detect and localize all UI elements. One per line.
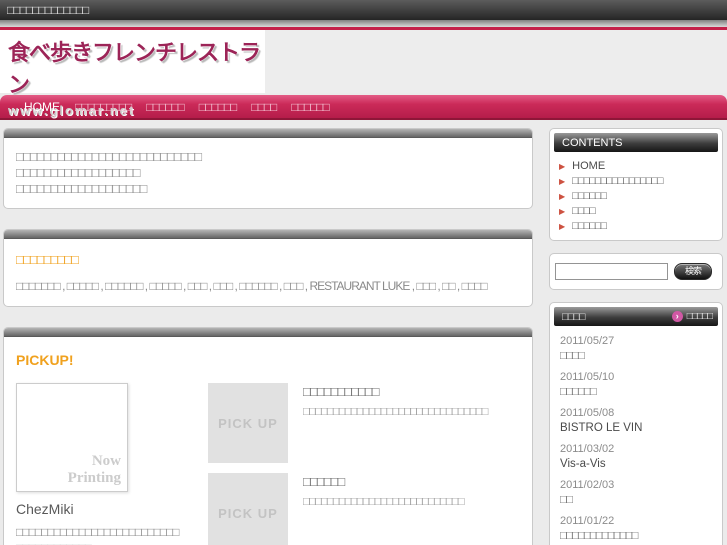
nav-item-5[interactable]: □□□□□□ xyxy=(291,100,329,114)
shop-list-heading: □□□□□□□□□ xyxy=(16,252,79,267)
contents-item-label: □□□□□□□□□□□□□□□□ xyxy=(572,175,663,187)
arrow-bullet-icon: ▶ xyxy=(559,206,566,216)
nav-item-4[interactable]: □□□□ xyxy=(251,100,277,114)
contents-item-2[interactable]: ▶ □□□□□□ xyxy=(559,191,713,202)
contents-item-home[interactable]: ▶ HOME xyxy=(559,161,713,172)
now-printing-image[interactable]: Now Printing xyxy=(16,383,128,492)
site-logo[interactable]: 食べ歩きフレンチレストラン www.glomar.net xyxy=(0,30,265,118)
pickup-box: PICKUP! Now Printing ChezMiki □□□□□□□□□□… xyxy=(3,327,533,545)
news-entry-date: 2011/05/27 xyxy=(560,335,615,347)
pickup-featured-title[interactable]: ChezMiki xyxy=(16,501,208,517)
news-header-title: □□□□ xyxy=(562,310,586,323)
now-printing-text: Now Printing xyxy=(67,453,121,486)
news-entry-title[interactable]: Vis-a-Vis xyxy=(560,458,712,470)
search-box: 検索 xyxy=(549,253,723,290)
nav-item-3[interactable]: □□□□□□ xyxy=(199,100,237,114)
arrow-bullet-icon: ▶ xyxy=(559,176,566,186)
pickup-item-desc: □□□□□□□□□□□□□□□□□□□□□□□□□□□□□□□ xyxy=(303,406,488,418)
search-input[interactable] xyxy=(555,263,668,280)
contents-item-label: □□□□□□ xyxy=(572,220,607,232)
news-entry: 2011/05/10 □□□□□□ xyxy=(560,371,712,398)
news-entry-date: 2011/02/03 xyxy=(560,479,615,491)
news-entry-date: 2011/05/08 xyxy=(560,407,615,419)
intro-line: □□□□□□□□□□□□□□□□□□□□□□□□□□□ xyxy=(16,149,202,164)
news-entry: 2011/02/03 □□ xyxy=(560,479,712,506)
news-more-label: □□□□□ xyxy=(686,311,713,322)
site-header: 食べ歩きフレンチレストラン www.glomar.net xyxy=(0,30,727,118)
contents-item-label: □□□□ xyxy=(572,205,596,217)
contents-item-4[interactable]: ▶ □□□□□□ xyxy=(559,221,713,232)
pickup-item-list: PICK UP □□□□□□□□□□□ □□□□□□□□□□□□□□□□□□□□… xyxy=(208,383,520,545)
top-utility-bar: □□□□□□□□□□□□□ xyxy=(0,0,727,20)
silver-strip xyxy=(0,20,727,27)
pickup-item-title[interactable]: □□□□□□ xyxy=(303,474,464,489)
contents-item-label: HOME xyxy=(572,160,606,172)
arrow-bullet-icon: ▶ xyxy=(559,161,566,171)
intro-box-bar xyxy=(4,129,532,138)
sidebar: CONTENTS ▶ HOME ▶ □□□□□□□□□□□□□□□□ ▶ □□□… xyxy=(549,128,723,545)
news-entry: 2011/01/22 □□□□□□□□□□□□□ xyxy=(560,515,712,542)
pickup-thumb-placeholder[interactable]: PICK UP xyxy=(208,383,288,463)
intro-box: □□□□□□□□□□□□□□□□□□□□□□□□□□□ □□□□□□□□□□□□… xyxy=(3,128,533,209)
shop-list-box-bar xyxy=(4,230,532,239)
news-entry-date: 2011/01/22 xyxy=(560,515,615,527)
news-entry-title[interactable]: □□□□ xyxy=(560,350,712,362)
shop-list-box: □□□□□□□□□ □□□□□□□ , □□□□□ , □□□□□□ , □□□… xyxy=(3,229,533,307)
news-entry-title[interactable]: □□ xyxy=(560,494,712,506)
news-list: 2011/05/27 □□□□ 2011/05/10 □□□□□□ 2011/0… xyxy=(554,326,718,545)
pickup-box-bar xyxy=(4,328,532,337)
pickup-item-desc: □□□□□□□□□□□□□□□□□□□□□□□□□□□ xyxy=(303,496,465,508)
pickup-item-title[interactable]: □□□□□□□□□□□ xyxy=(303,384,487,399)
nav-item-home[interactable]: HOME xyxy=(24,100,60,114)
search-button[interactable]: 検索 xyxy=(674,263,712,280)
news-entry-title[interactable]: BISTRO LE VIN xyxy=(560,422,712,434)
content-area: □□□□□□□□□□□□□□□□□□□□□□□□□□□ □□□□□□□□□□□□… xyxy=(0,120,727,545)
arrow-bullet-icon: ▶ xyxy=(559,191,566,201)
arrow-bullet-icon: ▶ xyxy=(559,221,566,231)
pickup-item: PICK UP □□□□□□ □□□□□□□□□□□□□□□□□□□□□□□□□… xyxy=(208,473,520,545)
contents-item-label: □□□□□□ xyxy=(572,190,607,202)
pickup-heading: PICKUP! xyxy=(16,352,74,368)
nav-item-2[interactable]: □□□□□□ xyxy=(146,100,184,114)
news-entry-date: 2011/05/10 xyxy=(560,371,615,383)
contents-item-1[interactable]: ▶ □□□□□□□□□□□□□□□□ xyxy=(559,176,713,187)
contents-header: CONTENTS xyxy=(554,133,718,152)
site-logo-title: 食べ歩きフレンチレストラン xyxy=(8,40,261,97)
news-more-link[interactable]: › □□□□□ xyxy=(671,311,713,322)
main-column: □□□□□□□□□□□□□□□□□□□□□□□□□□□ □□□□□□□□□□□□… xyxy=(3,128,533,545)
pickup-item: PICK UP □□□□□□□□□□□ □□□□□□□□□□□□□□□□□□□□… xyxy=(208,383,520,468)
chevron-right-icon: › xyxy=(671,311,683,322)
contents-item-3[interactable]: ▶ □□□□ xyxy=(559,206,713,217)
news-box: □□□□ › □□□□□ 2011/05/27 □□□□ 2011/05/10 … xyxy=(549,302,723,545)
news-entry: 2011/05/27 □□□□ xyxy=(560,335,712,362)
pickup-featured-desc-line: □□□□□□□□□□□□ xyxy=(16,540,208,545)
pickup-featured: Now Printing ChezMiki □□□□□□□□□□□□□□□□□□… xyxy=(16,383,208,545)
news-entry-title[interactable]: □□□□□□ xyxy=(560,386,712,398)
news-entry-title[interactable]: □□□□□□□□□□□□□ xyxy=(560,530,712,542)
intro-line: □□□□□□□□□□□□□□□□□□□ xyxy=(16,181,147,196)
pickup-thumb-placeholder[interactable]: PICK UP xyxy=(208,473,288,545)
news-entry: 2011/05/08 BISTRO LE VIN xyxy=(560,407,712,434)
news-entry: 2011/03/02 Vis-a-Vis xyxy=(560,443,712,470)
nav-item-1[interactable]: □□□□□□□□□ xyxy=(75,100,132,114)
shop-list-links[interactable]: □□□□□□□ , □□□□□ , □□□□□□ , □□□□□ , □□□ ,… xyxy=(16,278,520,295)
news-entry-date: 2011/03/02 xyxy=(560,443,615,455)
pickup-featured-desc-line: □□□□□□□□□□□□□□□□□□□□□□□□□□ xyxy=(16,525,179,539)
top-bar-text: □□□□□□□□□□□□□ xyxy=(7,3,89,17)
intro-line: □□□□□□□□□□□□□□□□□□ xyxy=(16,165,140,180)
contents-box: CONTENTS ▶ HOME ▶ □□□□□□□□□□□□□□□□ ▶ □□□… xyxy=(549,128,723,241)
news-header: □□□□ › □□□□□ xyxy=(554,307,718,326)
